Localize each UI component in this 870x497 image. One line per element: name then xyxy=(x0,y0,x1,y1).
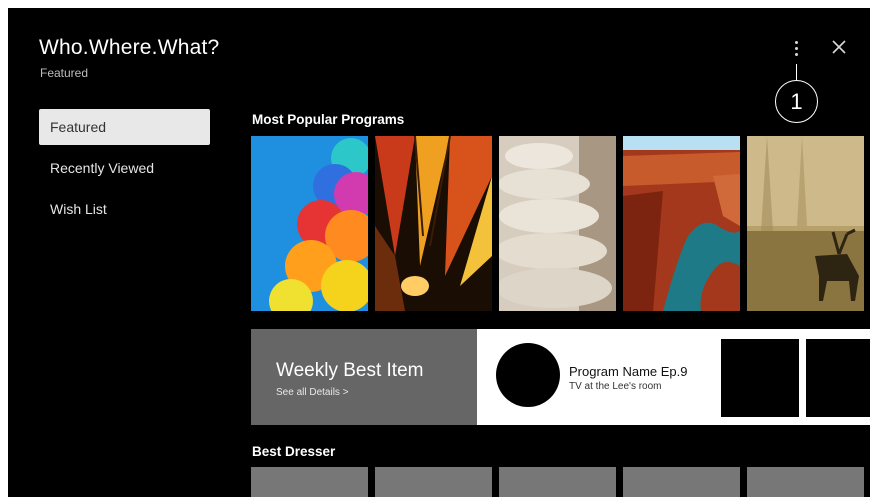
poster-canyon-river[interactable] xyxy=(623,136,740,311)
program-avatar xyxy=(496,343,560,407)
sidebar-item-wish-list[interactable]: Wish List xyxy=(39,191,210,227)
sidebar-item-featured[interactable]: Featured xyxy=(39,109,210,145)
best-dresser-tile[interactable] xyxy=(251,467,368,497)
callout-number: 1 xyxy=(775,80,818,123)
poster-stacked-stones[interactable] xyxy=(499,136,616,311)
best-dresser-title: Best Dresser xyxy=(252,444,336,459)
poster-balloons[interactable] xyxy=(251,136,368,311)
program-card[interactable]: Program Name Ep.9 TV at the Lee's room xyxy=(477,329,870,425)
sidebar-item-recently-viewed[interactable]: Recently Viewed xyxy=(39,150,210,186)
program-subtitle: TV at the Lee's room xyxy=(569,381,662,392)
see-all-details-link[interactable]: See all Details > xyxy=(276,387,349,398)
poster-hot-air-balloon[interactable] xyxy=(375,136,492,311)
app-title: Who.Where.What? xyxy=(39,36,220,59)
best-dresser-tile[interactable] xyxy=(623,467,740,497)
weekly-best-panel[interactable]: Weekly Best Item See all Details > xyxy=(251,329,477,425)
more-vertical-icon[interactable] xyxy=(786,38,806,58)
app-subtitle: Featured xyxy=(40,66,89,80)
most-popular-title: Most Popular Programs xyxy=(252,112,405,127)
sidebar: Featured Recently Viewed Wish List xyxy=(39,109,210,232)
poster-deer-in-fog[interactable] xyxy=(747,136,864,311)
program-name: Program Name Ep.9 xyxy=(569,364,688,379)
best-dresser-tile[interactable] xyxy=(499,467,616,497)
best-dresser-tile[interactable] xyxy=(747,467,864,497)
program-thumbnail[interactable] xyxy=(806,339,870,417)
weekly-best-title: Weekly Best Item xyxy=(276,360,424,381)
most-popular-row xyxy=(251,136,864,311)
app-screen: Who.Where.What? Featured 1 Featured Rece… xyxy=(8,8,870,497)
program-thumbnail[interactable] xyxy=(721,339,799,417)
best-dresser-row xyxy=(251,467,864,497)
best-dresser-tile[interactable] xyxy=(375,467,492,497)
close-icon[interactable] xyxy=(829,37,849,57)
